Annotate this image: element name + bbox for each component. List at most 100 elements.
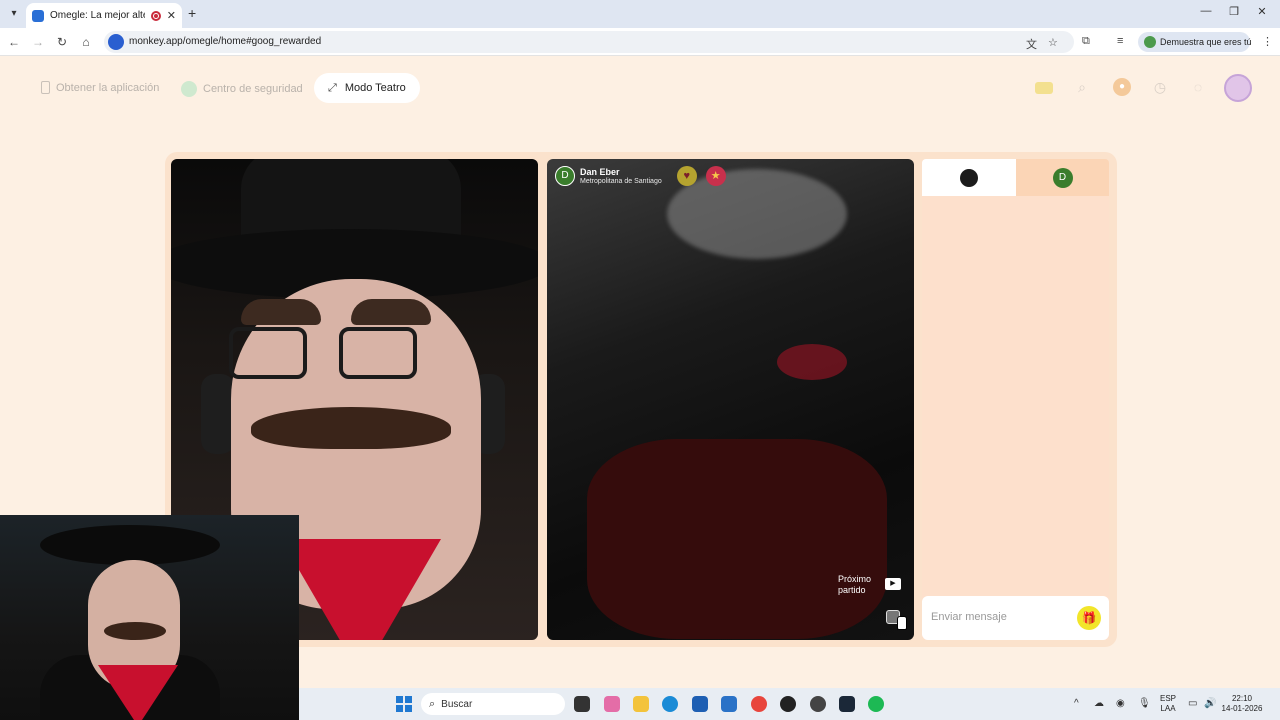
recording-icon xyxy=(150,10,161,21)
outlook-icon[interactable] xyxy=(721,696,737,712)
tab-close-icon[interactable]: ✕ xyxy=(167,9,176,22)
taskbar-search[interactable]: ⌕ Buscar xyxy=(421,693,565,715)
browser-tab[interactable]: Omegle: La mejor alternati ✕ xyxy=(26,3,182,28)
clock-date: 14-01-2026 xyxy=(1221,704,1263,713)
language-line-2: LAA xyxy=(1160,704,1176,713)
remote-logo-shape xyxy=(777,344,847,380)
task-view-icon[interactable] xyxy=(574,696,590,712)
youtube-icon[interactable]: ▶ xyxy=(885,578,901,590)
heart-icon[interactable]: ♥ xyxy=(676,166,697,186)
browser-tab-bar: ▾ Omegle: La mejor alternati ✕ + — ❐ ✕ xyxy=(0,0,1280,28)
search-icon: ⌕ xyxy=(429,697,436,710)
history-icon[interactable]: ◷ xyxy=(1151,78,1169,96)
remote-user-badge[interactable]: D Dan Eber Metropolitana de Santiago ♥ ★ xyxy=(555,166,726,186)
chat-tab-self[interactable] xyxy=(922,159,1016,196)
back-icon[interactable]: ← xyxy=(6,34,22,50)
forward-icon[interactable]: → xyxy=(30,34,46,50)
coin-icon[interactable]: ● xyxy=(1113,78,1131,96)
webcam-overlay xyxy=(0,515,299,720)
theatre-mode-label: Modo Teatro xyxy=(344,82,406,94)
glasses-shape xyxy=(339,327,417,379)
remote-shirt-shape xyxy=(587,439,887,639)
star-icon[interactable]: ☆ xyxy=(1048,36,1058,49)
theatre-mode-button[interactable]: ⤢ Modo Teatro xyxy=(314,73,420,103)
remote-video: D Dan Eber Metropolitana de Santiago ♥ ★… xyxy=(547,159,914,640)
url-text[interactable]: monkey.app/omegle/home#goog_rewarded xyxy=(129,36,321,47)
next-match-label[interactable]: Próximo partido xyxy=(838,574,884,596)
remote-user-location: Metropolitana de Santiago xyxy=(580,177,662,185)
profile-icon xyxy=(1144,36,1156,48)
message-input[interactable] xyxy=(931,608,1071,626)
minimize-icon[interactable]: — xyxy=(1196,5,1216,17)
file-explorer-icon[interactable] xyxy=(633,696,649,712)
spotify-icon[interactable] xyxy=(868,696,884,712)
translate-icon[interactable]: 文 xyxy=(1026,36,1037,52)
tab-search-chevron-icon[interactable]: ▾ xyxy=(6,6,22,22)
language-line-1: ESP xyxy=(1159,694,1176,703)
gift-icon[interactable]: 🎁 xyxy=(1077,606,1101,630)
window-close-icon[interactable]: ✕ xyxy=(1252,5,1272,18)
address-bar[interactable]: monkey.app/omegle/home#goog_rewarded 文 ☆ xyxy=(104,31,1074,53)
chest-icon[interactable] xyxy=(1035,82,1053,94)
language-indicator[interactable]: ESP LAA xyxy=(1159,694,1177,714)
self-avatar xyxy=(960,168,978,187)
remote-chat-avatar: D xyxy=(1052,167,1073,188)
chevron-up-icon[interactable]: ^ xyxy=(1074,698,1079,709)
reload-icon[interactable]: ↻ xyxy=(54,34,70,50)
windows-icon[interactable] xyxy=(396,696,412,712)
volume-icon[interactable]: 🔊 xyxy=(1204,698,1216,709)
chat-tab-remote[interactable]: D xyxy=(1016,159,1109,196)
site-header: Obtener la aplicación Centro de segurida… xyxy=(0,57,1280,117)
verify-identity-button[interactable]: Demuestra que eres tú xyxy=(1138,32,1252,52)
get-app-link[interactable]: Obtener la aplicación xyxy=(41,81,159,94)
headphone-shape xyxy=(201,374,235,454)
taskbar-search-label: Buscar xyxy=(441,698,473,710)
remote-user-name: Dan Eber xyxy=(580,166,620,177)
shield-icon xyxy=(181,81,197,97)
site-info-icon[interactable] xyxy=(108,34,124,50)
home-icon[interactable]: ⌂ xyxy=(78,34,94,50)
app-icon[interactable] xyxy=(810,696,826,712)
eyebrow-shape xyxy=(241,299,321,325)
video-stage: D Dan Eber Metropolitana de Santiago ♥ ★… xyxy=(165,152,1117,647)
verify-identity-label: Demuestra que eres tú xyxy=(1160,37,1252,47)
clock[interactable]: 22:10 14-01-2026 xyxy=(1219,694,1265,714)
pip-mustache-shape xyxy=(104,622,166,640)
pip-hat-shape xyxy=(40,525,220,565)
remote-user-info: Dan Eber Metropolitana de Santiago xyxy=(580,167,662,186)
get-app-label: Obtener la aplicación xyxy=(56,81,160,94)
steam-icon[interactable] xyxy=(839,696,855,712)
store-icon[interactable] xyxy=(692,696,708,712)
badge-icon[interactable]: ★ xyxy=(705,166,726,186)
media-icon[interactable]: ≡ xyxy=(1117,35,1123,47)
phone-icon xyxy=(41,81,50,94)
extensions-icon[interactable]: ⧉ xyxy=(1082,35,1090,48)
network-icon[interactable]: ▭ xyxy=(1188,698,1197,709)
new-tab-plus-icon[interactable]: + xyxy=(188,5,196,21)
clock-time: 22:10 xyxy=(1231,694,1253,703)
chat-panel: D 🎁 xyxy=(922,159,1109,640)
avatar[interactable] xyxy=(1224,74,1252,102)
chrome-icon[interactable] xyxy=(751,696,767,712)
chat-icon[interactable]: ◌ xyxy=(1189,78,1207,96)
glasses-shape xyxy=(229,327,307,379)
site-favicon-icon xyxy=(32,9,44,22)
restore-icon[interactable]: ❐ xyxy=(1224,5,1244,18)
search-icon[interactable]: ⌕ xyxy=(1073,78,1091,96)
obs-icon[interactable] xyxy=(780,696,796,712)
browser-toolbar: ← → ↻ ⌂ monkey.app/omegle/home#goog_rewa… xyxy=(0,28,1280,56)
expand-icon: ⤢ xyxy=(328,81,337,94)
safety-center-link[interactable]: Centro de seguridad xyxy=(181,81,303,97)
tab-title: Omegle: La mejor alternati xyxy=(50,10,145,21)
windows-taskbar: ⌕ Buscar ^ ☁ ◉ 🎙 ESP LAA ▭ 🔊 22:10 14-01… xyxy=(299,688,1280,720)
microphone-icon[interactable]: 🎙 xyxy=(1138,698,1151,709)
security-icon[interactable]: ◉ xyxy=(1116,698,1125,709)
edge-icon[interactable] xyxy=(662,696,678,712)
remote-user-avatar: D xyxy=(555,166,575,186)
eyebrow-shape xyxy=(351,299,431,325)
mustache-shape xyxy=(251,407,451,449)
onedrive-icon[interactable]: ☁ xyxy=(1094,698,1104,709)
copilot-icon[interactable] xyxy=(604,696,620,712)
safety-center-label: Centro de seguridad xyxy=(203,83,303,95)
menu-icon[interactable]: ⋮ xyxy=(1262,35,1273,48)
